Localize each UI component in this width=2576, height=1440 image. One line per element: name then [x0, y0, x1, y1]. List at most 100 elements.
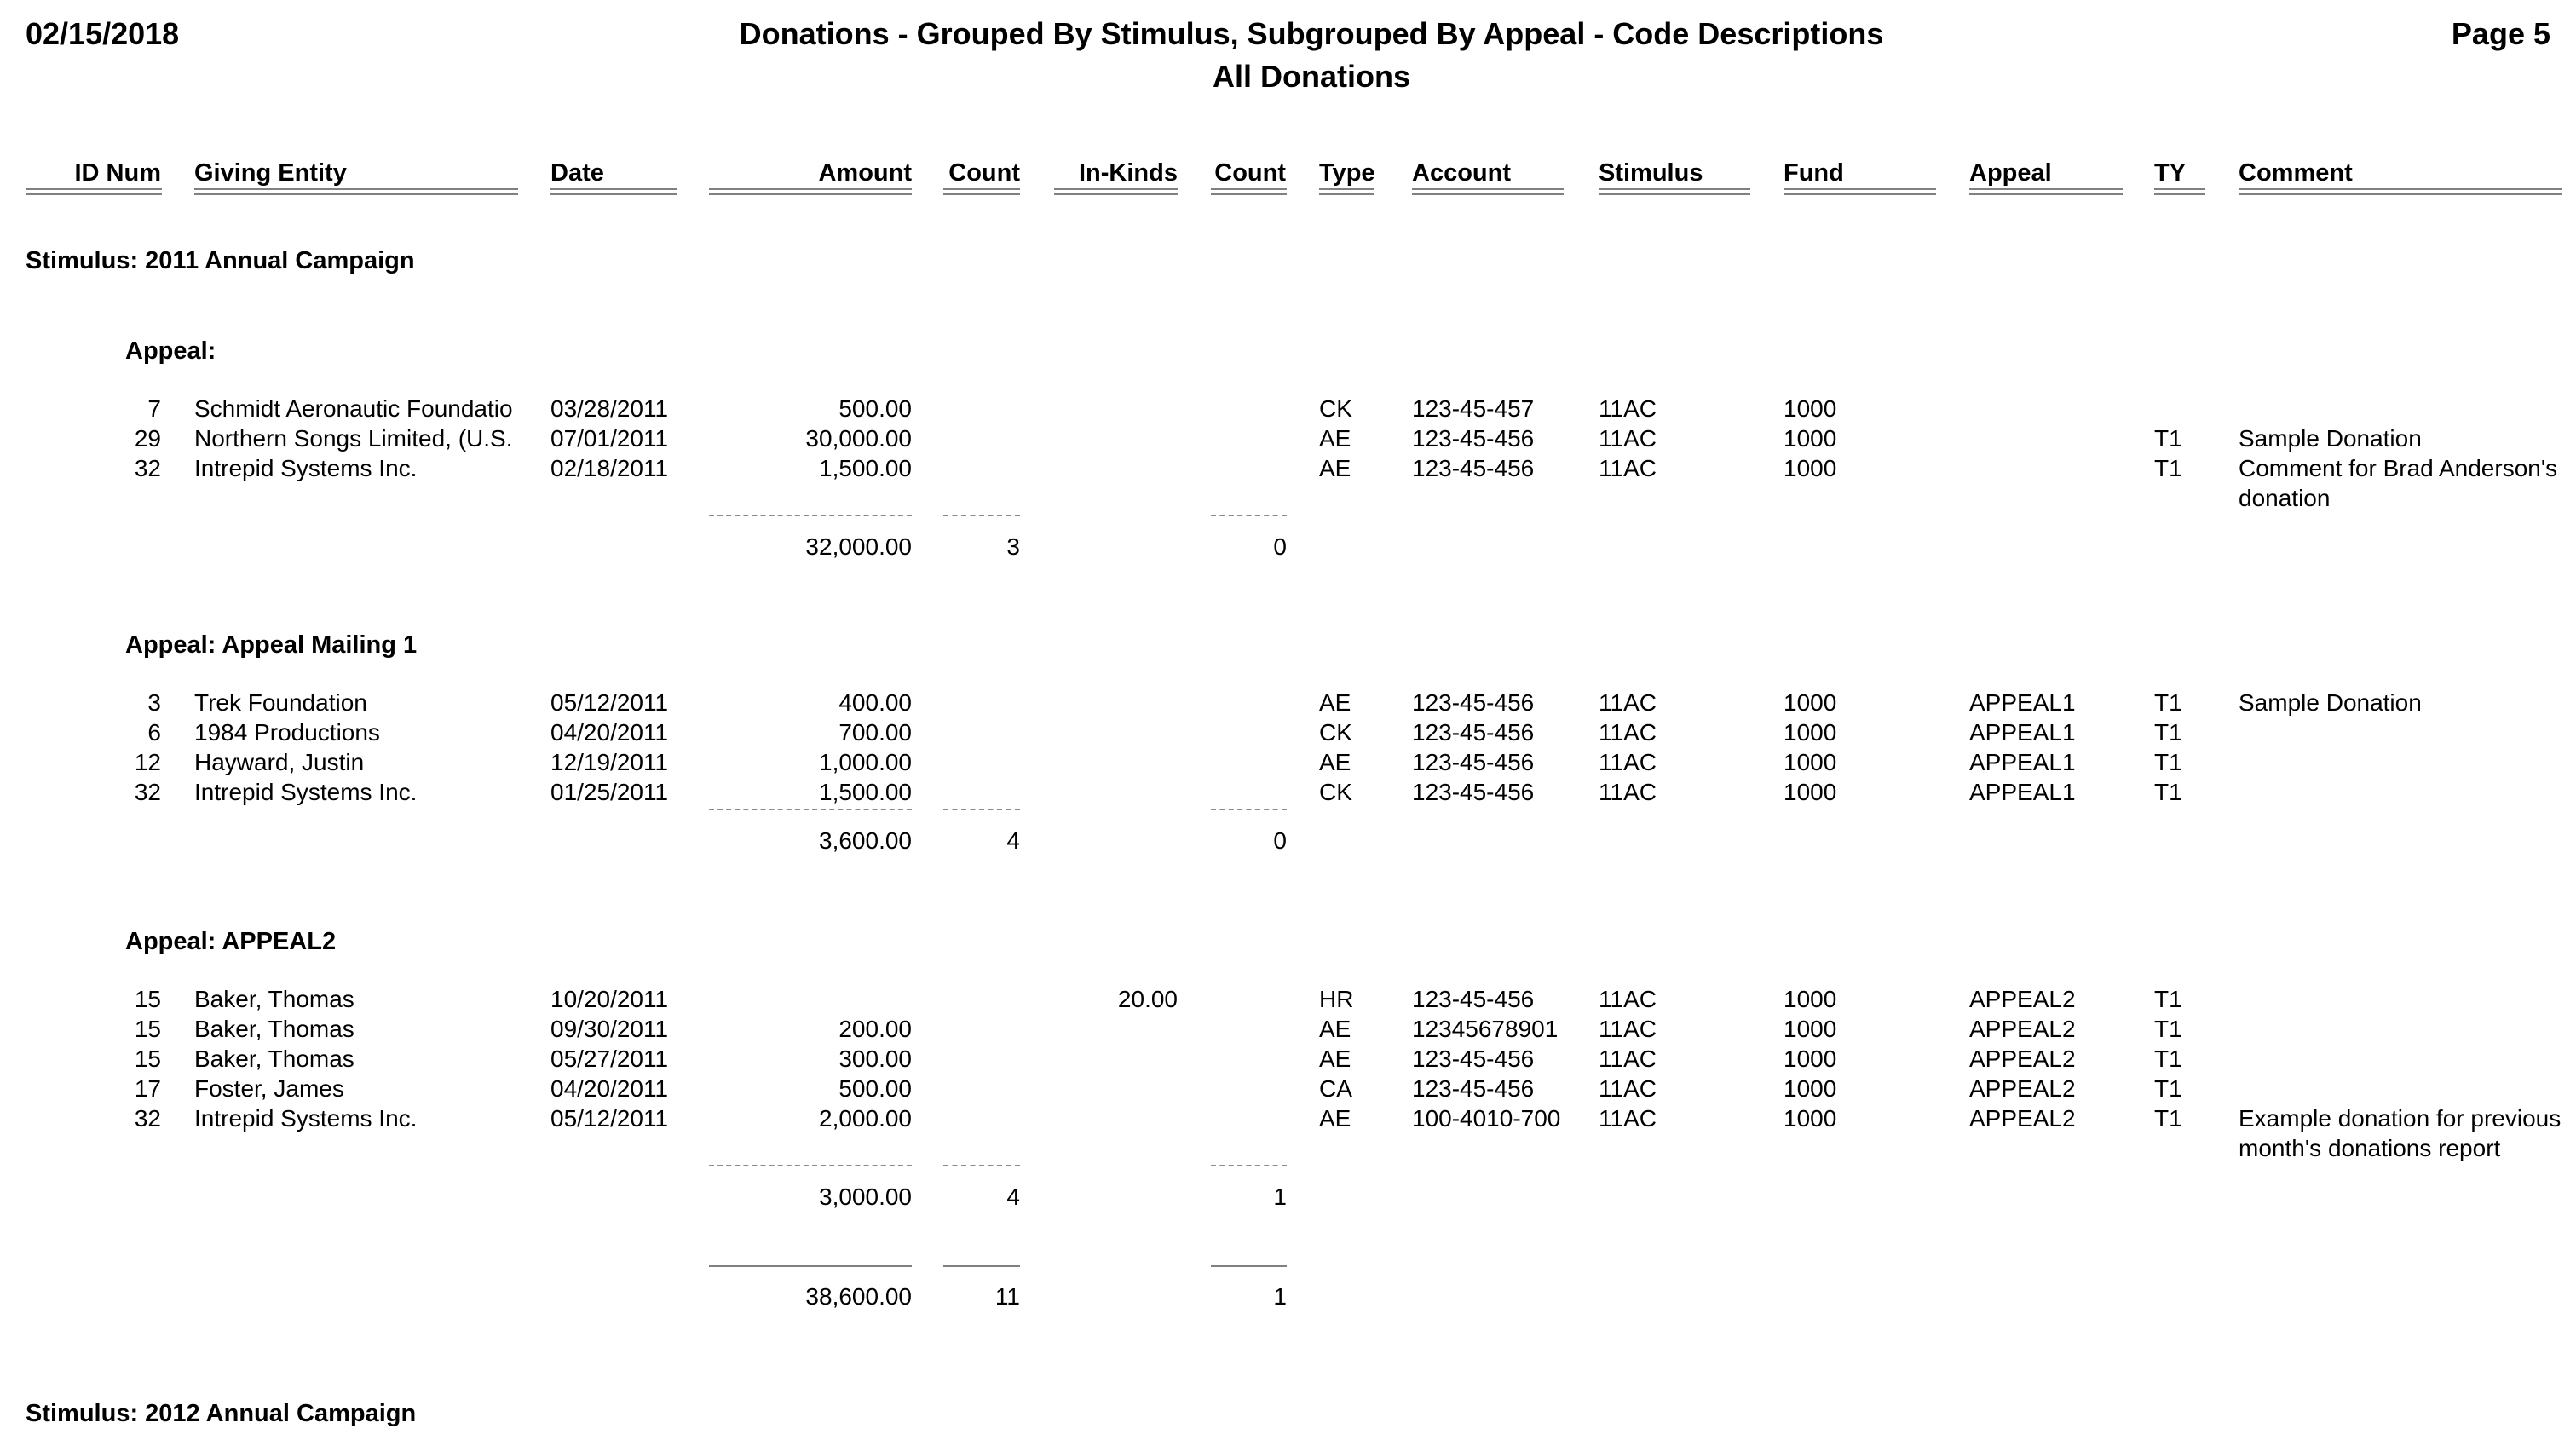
cell-account: 100-4010-700 — [1412, 1105, 1561, 1132]
cell-stimulus: 11AC — [1599, 689, 1657, 716]
subtotal-ik-count: 0 — [1273, 827, 1287, 854]
col-rule — [1784, 188, 1936, 195]
total-amount: 38,600.00 — [805, 1283, 912, 1310]
cell-account: 123-45-457 — [1412, 395, 1535, 422]
cell-ty: T1 — [2154, 1016, 2182, 1042]
total-rule-ik-count — [1211, 1265, 1287, 1267]
cell-amount: 1,000.00 — [819, 749, 912, 775]
cell-stimulus: 11AC — [1599, 1105, 1657, 1132]
cell-entity: Baker, Thomas — [194, 986, 354, 1012]
cell-entity: Trek Foundation — [194, 689, 367, 716]
cell-fund: 1000 — [1784, 749, 1837, 775]
cell-id: 15 — [134, 1016, 161, 1042]
cell-appeal: APPEAL2 — [1969, 1045, 2076, 1072]
cell-in-kinds: 20.00 — [1117, 986, 1178, 1012]
cell-stimulus: 11AC — [1599, 749, 1657, 775]
col-rule — [943, 188, 1020, 195]
col-comment: Comment — [2239, 159, 2353, 187]
cell-appeal: APPEAL1 — [1969, 779, 2076, 805]
cell-type: CA — [1319, 1075, 1352, 1102]
cell-amount: 700.00 — [838, 719, 912, 746]
cell-account: 12345678901 — [1412, 1016, 1559, 1042]
cell-account: 123-45-456 — [1412, 779, 1535, 805]
cell-entity: Intrepid Systems Inc. — [194, 779, 418, 805]
col-rule — [1054, 188, 1178, 195]
cell-entity: Schmidt Aeronautic Foundatio — [194, 395, 513, 422]
cell-id: 17 — [134, 1075, 161, 1102]
cell-comment-continued: month's donations report — [2239, 1135, 2501, 1161]
report-title: Donations - Grouped By Stimulus, Subgrou… — [739, 16, 1884, 51]
cell-comment-continued: donation — [2239, 485, 2331, 511]
cell-type: CK — [1319, 395, 1352, 422]
col-in-kinds: In-Kinds — [1079, 159, 1178, 187]
col-rule — [26, 188, 162, 195]
subtotal-dash-count — [943, 515, 1020, 516]
cell-date: 05/27/2011 — [550, 1045, 669, 1072]
cell-entity: Baker, Thomas — [194, 1016, 354, 1042]
subtotal-dash-amount — [709, 1165, 912, 1166]
cell-date: 03/28/2011 — [550, 395, 669, 422]
col-rule — [550, 188, 677, 195]
cell-fund: 1000 — [1784, 1045, 1837, 1072]
cell-id: 12 — [134, 749, 161, 775]
cell-account: 123-45-456 — [1412, 986, 1535, 1012]
appeal-group-header: Appeal: APPEAL2 — [125, 928, 337, 955]
cell-entity: 1984 Productions — [194, 719, 380, 746]
subtotal-count: 3 — [1006, 533, 1020, 560]
cell-stimulus: 11AC — [1599, 779, 1657, 805]
subtotal-dash-amount — [709, 809, 912, 810]
subtotal-count: 4 — [1006, 1184, 1020, 1210]
col-rule — [1211, 188, 1287, 195]
cell-fund: 1000 — [1784, 1075, 1837, 1102]
appeal-group-header: Appeal: — [125, 337, 216, 365]
cell-comment: Sample Donation — [2239, 425, 2422, 452]
col-rule — [709, 188, 912, 195]
cell-stimulus: 11AC — [1599, 1045, 1657, 1072]
subtotal-amount: 3,000.00 — [819, 1184, 912, 1210]
col-rule — [2239, 188, 2562, 195]
col-amount: Amount — [818, 159, 912, 187]
cell-type: AE — [1319, 1105, 1351, 1132]
cell-type: AE — [1319, 425, 1351, 452]
cell-ty: T1 — [2154, 1045, 2182, 1072]
subtotal-dash-ik-count — [1211, 809, 1287, 810]
cell-stimulus: 11AC — [1599, 455, 1657, 481]
cell-stimulus: 11AC — [1599, 425, 1657, 452]
cell-fund: 1000 — [1784, 425, 1837, 452]
cell-type: HR — [1319, 986, 1354, 1012]
cell-id: 32 — [134, 1105, 161, 1132]
subtotal-dash-count — [943, 809, 1020, 810]
cell-fund: 1000 — [1784, 1016, 1837, 1042]
cell-amount: 1,500.00 — [819, 455, 912, 481]
cell-amount: 2,000.00 — [819, 1105, 912, 1132]
cell-type: AE — [1319, 1016, 1351, 1042]
col-count: Count — [948, 159, 1020, 187]
cell-account: 123-45-456 — [1412, 719, 1535, 746]
cell-type: AE — [1319, 749, 1351, 775]
stimulus-group-header: Stimulus: 2012 Annual Campaign — [26, 1400, 417, 1427]
cell-fund: 1000 — [1784, 455, 1837, 481]
stimulus-group-header: Stimulus: 2011 Annual Campaign — [26, 247, 415, 274]
cell-fund: 1000 — [1784, 1105, 1837, 1132]
col-date: Date — [550, 159, 604, 187]
cell-fund: 1000 — [1784, 689, 1837, 716]
cell-fund: 1000 — [1784, 719, 1837, 746]
col-giving-entity: Giving Entity — [194, 159, 347, 187]
cell-amount: 1,500.00 — [819, 779, 912, 805]
cell-stimulus: 11AC — [1599, 395, 1657, 422]
cell-entity: Foster, James — [194, 1075, 344, 1102]
cell-type: AE — [1319, 689, 1351, 716]
cell-id: 29 — [134, 425, 161, 452]
col-rule — [2154, 188, 2205, 195]
col-appeal: Appeal — [1969, 159, 2052, 187]
cell-account: 123-45-456 — [1412, 455, 1535, 481]
cell-amount: 300.00 — [838, 1045, 912, 1072]
cell-date: 10/20/2011 — [550, 986, 669, 1012]
subtotal-dash-count — [943, 1165, 1020, 1166]
subtotal-dash-ik-count — [1211, 1165, 1287, 1166]
cell-account: 123-45-456 — [1412, 425, 1535, 452]
cell-entity: Intrepid Systems Inc. — [194, 1105, 418, 1132]
cell-account: 123-45-456 — [1412, 749, 1535, 775]
col-type: Type — [1319, 159, 1375, 187]
cell-appeal: APPEAL1 — [1969, 719, 2076, 746]
